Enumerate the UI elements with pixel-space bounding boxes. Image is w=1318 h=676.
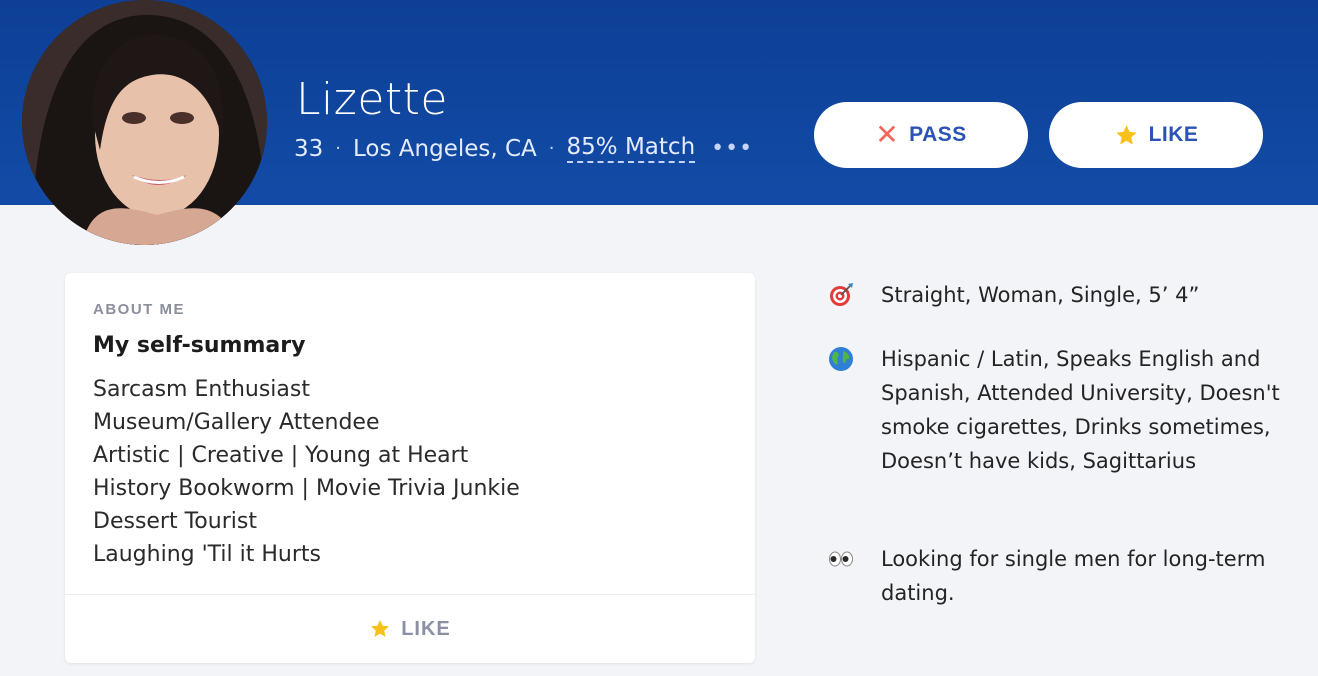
detail-looking-for: Looking for single men for long-term dat… xyxy=(828,542,1288,610)
essay-line: Artistic | Creative | Young at Heart xyxy=(93,443,469,468)
avatar[interactable] xyxy=(22,0,267,245)
detail-text: Hispanic / Latin, Speaks English and Spa… xyxy=(881,347,1280,473)
like-essay-button[interactable]: LIKE xyxy=(65,595,755,663)
essay-title: My self-summary xyxy=(93,333,306,358)
profile-meta: 33 · Los Angeles, CA · 85% Match ••• xyxy=(294,134,753,163)
close-icon: ✕ xyxy=(875,119,900,150)
section-label: ABOUT ME xyxy=(93,301,185,318)
globe-icon xyxy=(828,342,881,478)
separator-dot: · xyxy=(335,138,342,159)
detail-text: Looking for single men for long-term dat… xyxy=(881,547,1266,605)
profile-age: 33 xyxy=(294,135,324,162)
match-percentage[interactable]: 85% Match xyxy=(566,134,696,163)
essay-line: Museum/Gallery Attendee xyxy=(93,410,380,435)
star-icon xyxy=(1115,124,1137,144)
profile-name: Lizette xyxy=(296,74,448,125)
pass-button[interactable]: ✕ PASS xyxy=(814,102,1028,168)
essay-line: Dessert Tourist xyxy=(93,509,257,534)
more-options-icon[interactable]: ••• xyxy=(711,136,753,161)
essay-line: History Bookworm | Movie Trivia Junkie xyxy=(93,476,520,501)
profile-photo xyxy=(22,0,267,245)
detail-text: Straight, Woman, Single, 5’ 4” xyxy=(881,283,1200,307)
pass-label: PASS xyxy=(909,123,967,146)
target-icon xyxy=(828,278,881,312)
essay-line: Laughing 'Til it Hurts xyxy=(93,542,321,567)
like-essay-label: LIKE xyxy=(401,617,451,640)
essay-text: Sarcasm Enthusiast Museum/Gallery Attend… xyxy=(93,373,520,571)
detail-basics: Straight, Woman, Single, 5’ 4” xyxy=(828,278,1288,312)
star-icon xyxy=(371,620,390,637)
eyes-icon xyxy=(828,542,881,610)
like-button[interactable]: LIKE xyxy=(1049,102,1263,168)
about-me-card: ABOUT ME My self-summary Sarcasm Enthusi… xyxy=(65,273,755,663)
profile-location: Los Angeles, CA xyxy=(353,135,537,162)
separator-dot: · xyxy=(548,138,555,159)
profile-header: Lizette 33 · Los Angeles, CA · 85% Match… xyxy=(0,0,1318,245)
essay-line: Sarcasm Enthusiast xyxy=(93,377,310,402)
like-label: LIKE xyxy=(1148,123,1199,146)
detail-background: Hispanic / Latin, Speaks English and Spa… xyxy=(828,342,1288,478)
